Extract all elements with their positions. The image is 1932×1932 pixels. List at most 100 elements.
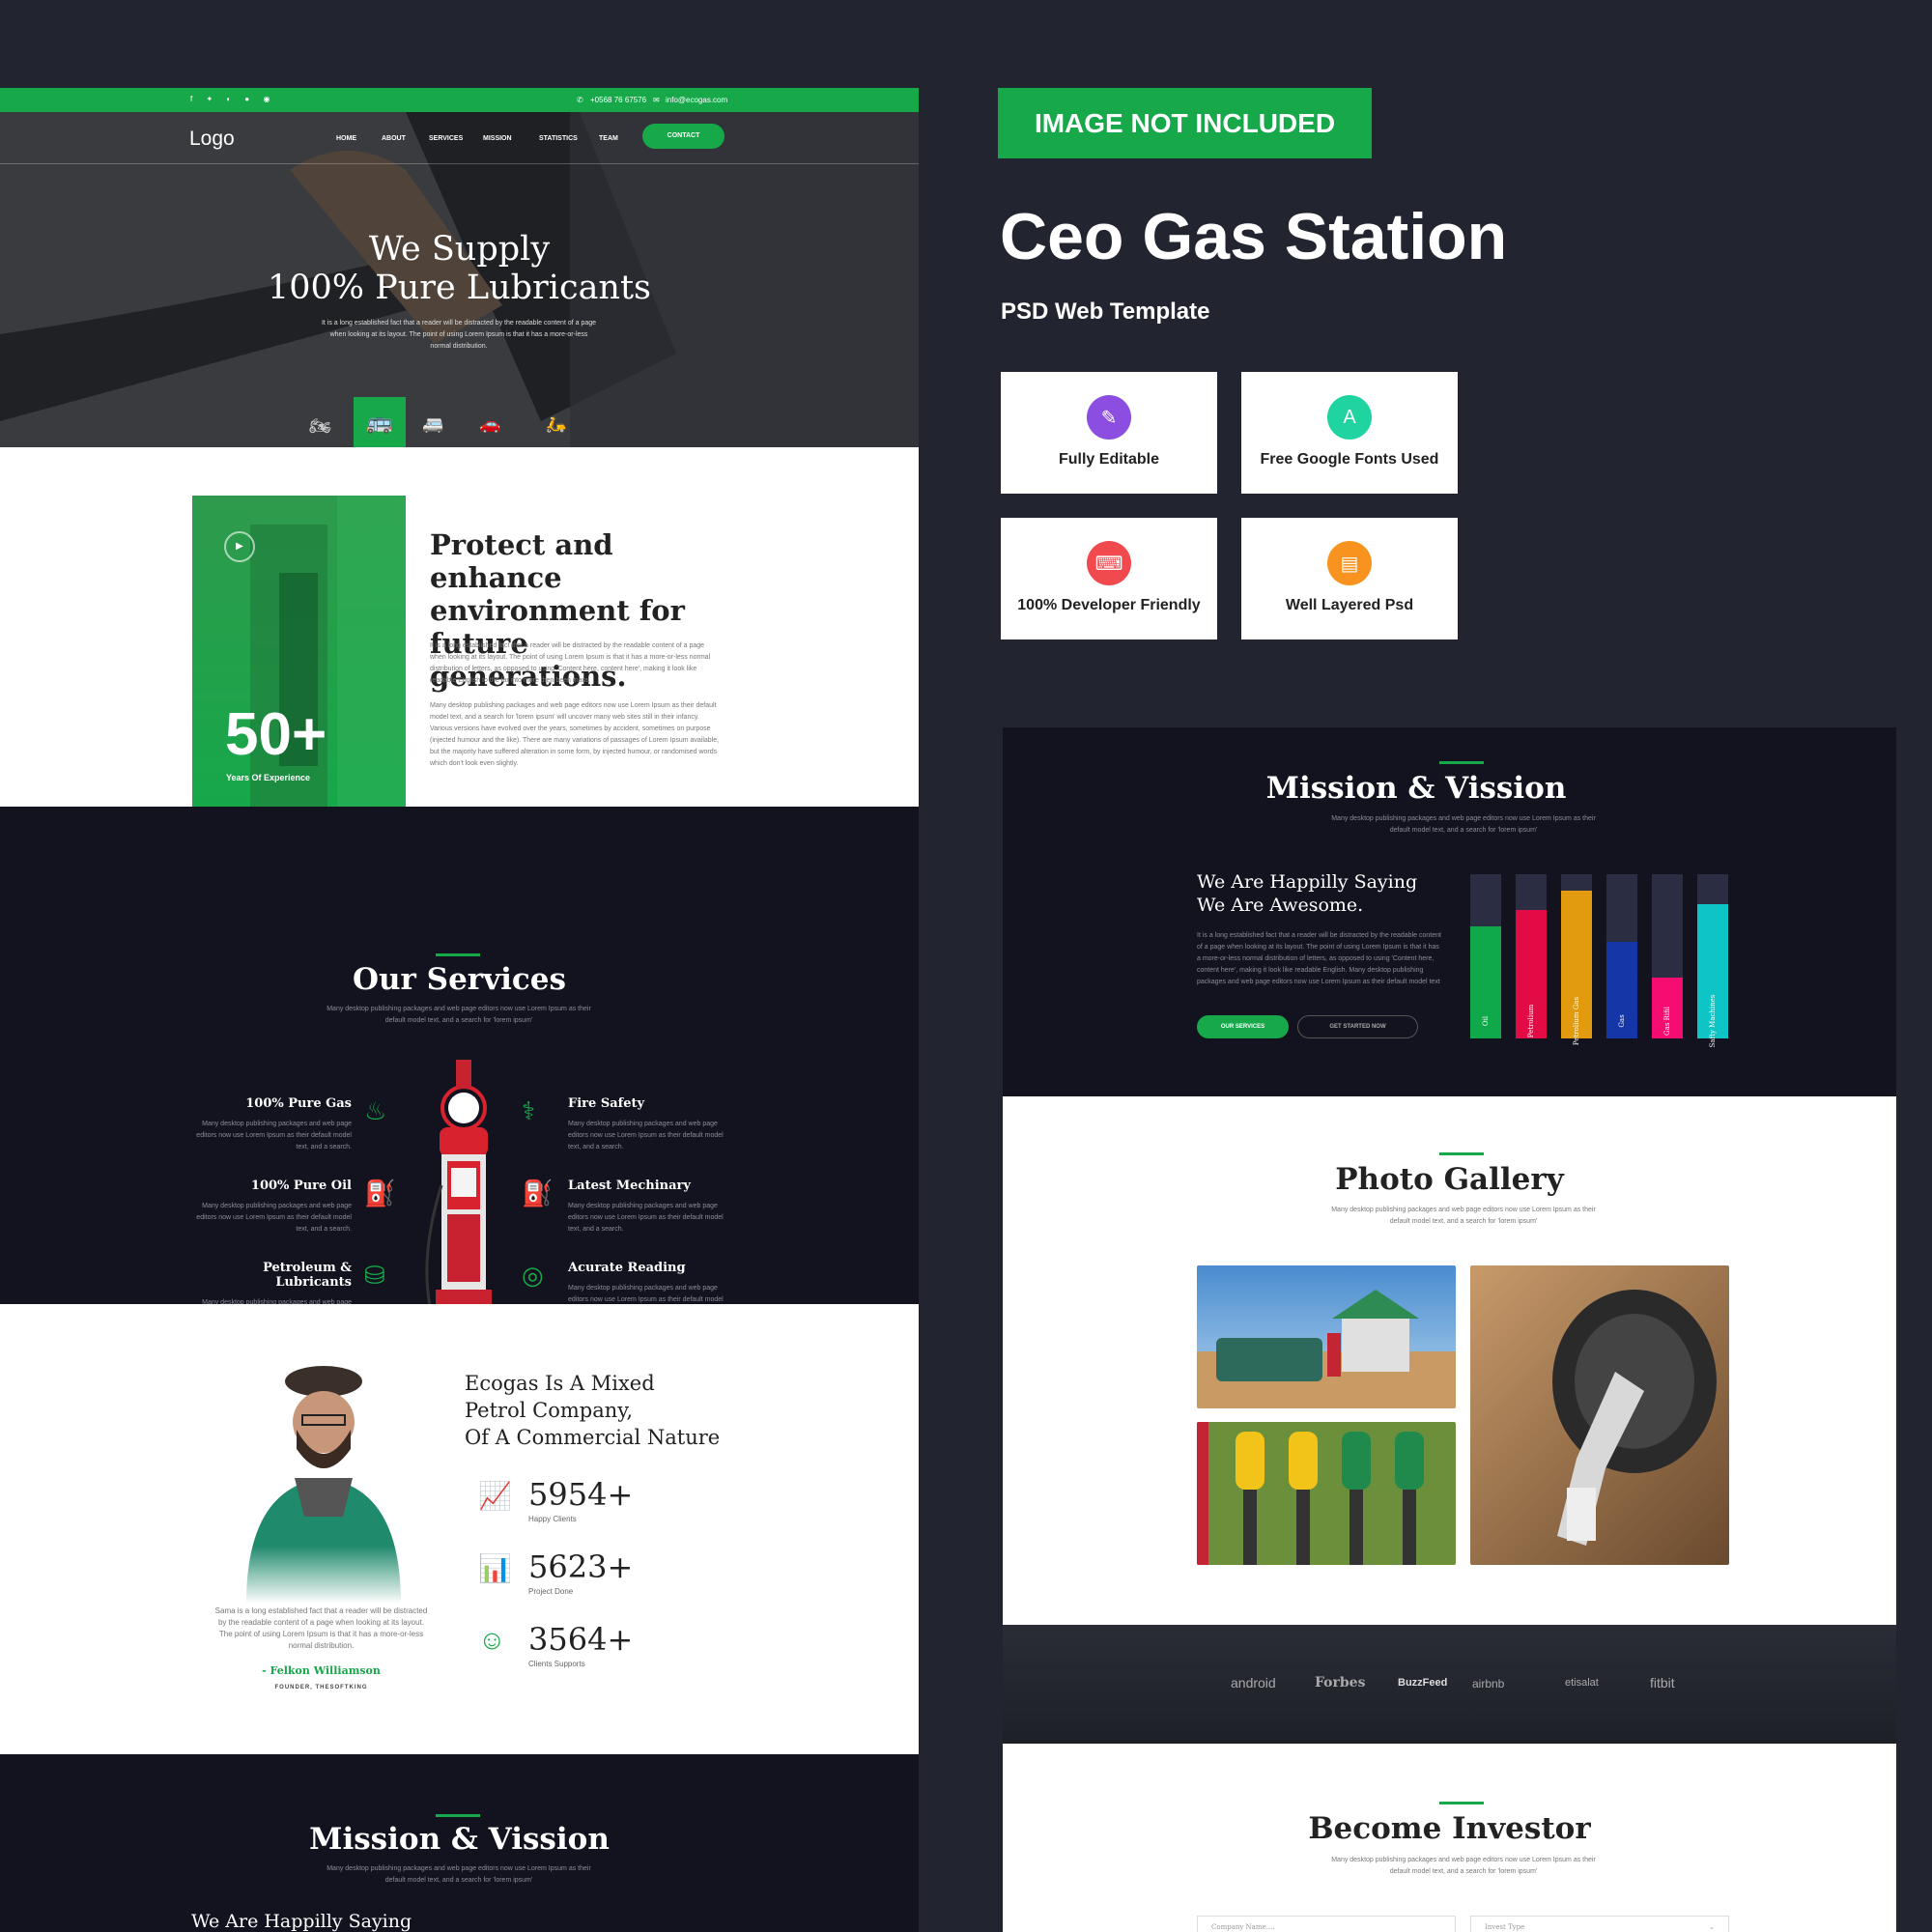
service-title: Petroleum & Lubricants [263, 1261, 352, 1290]
investor-section: Become Investor Many desktop publishing … [1003, 1744, 1896, 1932]
atv-icon[interactable]: 🛵 [545, 414, 566, 435]
fuel-pump-icon: ⛽ [522, 1179, 554, 1208]
growth-chart-icon: 📈 [478, 1481, 512, 1511]
service-title: 100% Pure Gas [245, 1096, 352, 1111]
mission-text: It is a long established fact that a rea… [1197, 932, 1441, 985]
service-latest-machinery: Latest Mechinary Many desktop publishing … [568, 1179, 732, 1236]
code-icon: ⌨ [1087, 541, 1131, 585]
phone-number: +0568 76 67576 [590, 96, 647, 104]
mission-title: Mission & Vission [309, 1822, 610, 1857]
nav-home[interactable]: HOME [336, 135, 356, 142]
vehicle-tabs: 🏍 🚌 🚐 🚗 🛵 [299, 397, 580, 447]
gallery-image-truck[interactable] [1197, 1265, 1456, 1408]
motorbike-icon[interactable]: 🏍 [309, 416, 331, 437]
service-desc: Many desktop publishing packages and web… [568, 1203, 724, 1233]
gallery-image-ev-charger[interactable] [1470, 1265, 1729, 1565]
play-icon[interactable]: ▶ [224, 531, 255, 562]
service-title: 100% Pure Oil [250, 1179, 352, 1193]
contact-button[interactable]: CONTACT [642, 124, 724, 149]
hero-title-line1: We Supply [368, 230, 551, 269]
feature-label: 100% Developer Friendly [1017, 597, 1201, 613]
feature-label: Free Google Fonts Used [1260, 451, 1439, 468]
stat-label: Clients Supports [528, 1660, 585, 1668]
gallery-image-nozzles[interactable] [1197, 1422, 1456, 1565]
title-accent-line [1439, 1152, 1484, 1155]
service-title: Acurate Reading [568, 1261, 686, 1275]
title-accent-line [1439, 1802, 1484, 1804]
founder-role: FOUNDER, THESOFTKING [274, 1685, 368, 1690]
gauge-icon: ◎ [522, 1261, 544, 1290]
company-name-input[interactable]: Company Name.... [1197, 1916, 1456, 1932]
company-title-line2: Petrol Company, [465, 1399, 633, 1422]
product-title: Ceo Gas Station [1000, 200, 1508, 273]
chart-bar: Gas Rifil [1652, 874, 1683, 1038]
about-section: ▶ 50+ Years Of Experience Protect and en… [0, 447, 919, 815]
title-accent-line [436, 953, 480, 956]
company-title-line1: Ecogas Is A Mixed [465, 1372, 655, 1395]
stat-number: 3564+ [528, 1621, 634, 1658]
fire-extinguisher-icon: ⚕ [522, 1096, 536, 1125]
car-icon[interactable]: 🚗 [479, 414, 500, 435]
mission-section: Mission & Vission Many desktop publishin… [1003, 727, 1896, 1096]
chart-bar-label: Petrolium Gas [1573, 996, 1580, 1046]
chart-bar-label: Safty Machines [1709, 994, 1717, 1048]
service-fire-safety: Fire Safety Many desktop publishing packa… [568, 1096, 732, 1153]
about-paragraph-2: Many desktop publishing packages and web… [430, 702, 720, 767]
phone-icon: ✆ [577, 96, 583, 104]
invest-type-placeholder: Invest Type [1485, 1923, 1525, 1931]
title-accent-line [1439, 761, 1484, 764]
mission-heading-partial: We Are Happilly Saying [191, 1911, 412, 1932]
image-not-included-badge: IMAGE NOT INCLUDED [998, 88, 1372, 158]
feature-well-layered: ▤ Well Layered Psd [1241, 518, 1458, 639]
edit-icon: ✎ [1087, 395, 1131, 440]
founder-photo [227, 1366, 420, 1604]
nav-statistics[interactable]: STATISTICS [539, 135, 578, 142]
brand-forbes: Forbes [1315, 1675, 1366, 1690]
social-icons[interactable]: f ✦ ◐ ● ◉ [190, 95, 275, 103]
barrel-icon: ⛁ [364, 1261, 385, 1290]
logo[interactable]: Logo [189, 128, 235, 151]
product-subtitle: PSD Web Template [1001, 298, 1210, 325]
chart-bar-label: Oil [1482, 1015, 1490, 1027]
landing-page-preview: f ✦ ◐ ● ◉ ✆ +0568 76 67576 ✉ info@ecogas… [0, 88, 919, 1932]
hero-section: Logo HOME ABOUT SERVICES MISSION STATIST… [0, 112, 919, 447]
services-section: Our Services Many desktop publishing pac… [0, 807, 919, 1329]
invest-type-select[interactable]: Invest Type ⌄ [1470, 1916, 1729, 1932]
brand-fitbit: fitbit [1650, 1675, 1675, 1690]
psd-icon: ▤ [1327, 541, 1372, 585]
chevron-down-icon: ⌄ [1709, 1923, 1715, 1931]
about-paragraph-1: It is a long established fact that a rea… [430, 642, 711, 684]
nav-team[interactable]: TEAM [599, 135, 618, 142]
chart-bar: Gas [1606, 874, 1637, 1038]
service-desc: Many desktop publishing packages and web… [568, 1121, 724, 1151]
our-services-button[interactable]: OUR SERVICES [1197, 1015, 1289, 1038]
company-title: Ecogas Is A Mixed Petrol Company, Of A C… [465, 1370, 720, 1451]
company-title-line3: Of A Commercial Nature [465, 1426, 721, 1449]
gallery-title: Photo Gallery [1335, 1162, 1564, 1197]
flame-icon: ♨ [364, 1096, 387, 1125]
van-icon[interactable]: 🚐 [422, 414, 443, 435]
bus-icon[interactable]: 🚌 [354, 397, 406, 447]
mail-icon: ✉ [653, 96, 660, 104]
chart-bar-label: Petrolium [1527, 1004, 1535, 1038]
vintage-pump-image [425, 1060, 492, 1324]
feature-google-fonts: A Free Google Fonts Used [1241, 372, 1458, 494]
nav-about[interactable]: ABOUT [382, 135, 406, 142]
nav-mission[interactable]: MISSION [483, 135, 512, 142]
hero-title: We Supply 100% Pure Lubricants [0, 230, 919, 307]
mission-heading-line2: We Are Awesome. [1197, 895, 1364, 916]
service-pure-oil: 100% Pure Oil Many desktop publishing pac… [189, 1179, 352, 1236]
nav-services[interactable]: SERVICES [429, 135, 463, 142]
experience-card: ▶ 50+ Years Of Experience [192, 496, 406, 815]
brand-etisalat: etisalat [1565, 1677, 1599, 1689]
company-section: Sama is a long established fact that a r… [0, 1304, 919, 1754]
top-bar: f ✦ ◐ ● ◉ ✆ +0568 76 67576 ✉ info@ecogas… [0, 88, 919, 112]
get-started-button[interactable]: GET STARTED NOW [1297, 1015, 1418, 1038]
mission-intro: Many desktop publishing packages and web… [327, 1865, 591, 1884]
font-icon: A [1327, 395, 1372, 440]
oil-can-icon: ⛽ [364, 1179, 396, 1208]
report-icon: 📊 [478, 1553, 512, 1583]
stat-number: 5623+ [528, 1548, 634, 1585]
years-number: 50+ [225, 701, 327, 768]
feature-developer-friendly: ⌨ 100% Developer Friendly [1001, 518, 1217, 639]
